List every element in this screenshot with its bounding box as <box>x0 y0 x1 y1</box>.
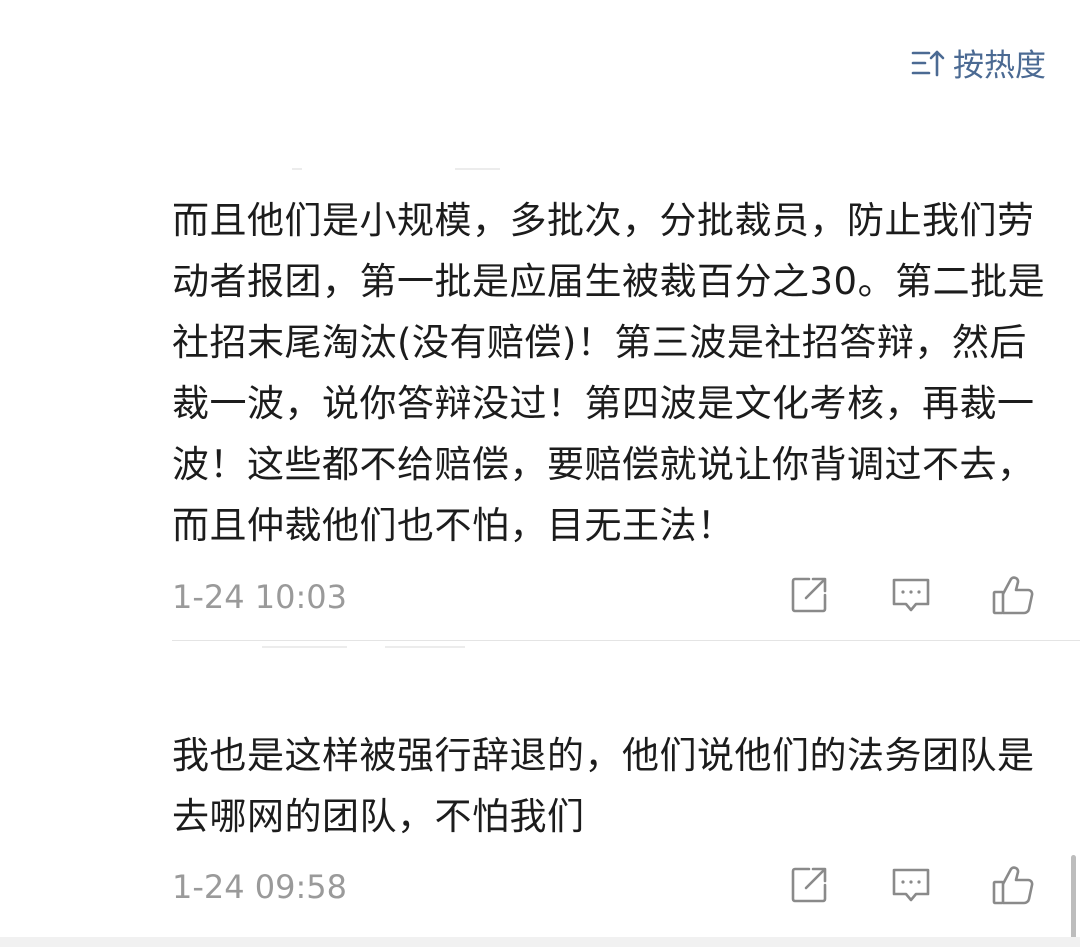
sort-label: 按热度 <box>953 48 1046 84</box>
comment-divider <box>172 640 1080 641</box>
comment-actions <box>784 862 1038 912</box>
sort-by-hot-button[interactable]: 按热度 <box>911 40 1046 85</box>
comment-item: 我也是这样被强行辞退的，他们说他们的法务团队是去哪网的团队，不怕我们 <box>172 725 1080 847</box>
comment-text[interactable]: 我也是这样被强行辞退的，他们说他们的法务团队是去哪网的团队，不怕我们 <box>172 725 1052 847</box>
share-icon <box>789 575 829 619</box>
bottom-bar <box>0 937 1080 947</box>
sort-icon <box>911 48 945 78</box>
share-button[interactable] <box>784 862 834 912</box>
comment-timestamp: 1-24 10:03 <box>172 578 348 616</box>
reply-icon <box>890 865 932 909</box>
cropped-text-fragment <box>262 646 347 648</box>
cropped-text-fragment <box>385 646 465 648</box>
like-icon <box>991 574 1035 620</box>
reply-button[interactable] <box>886 862 936 912</box>
comment-actions <box>784 572 1038 622</box>
cropped-text-fragment <box>455 168 500 170</box>
scrollbar[interactable] <box>1071 855 1076 947</box>
like-button[interactable] <box>988 862 1038 912</box>
reply-icon <box>890 575 932 619</box>
like-icon <box>991 864 1035 910</box>
comment-timestamp: 1-24 09:58 <box>172 868 348 906</box>
share-button[interactable] <box>784 572 834 622</box>
like-button[interactable] <box>988 572 1038 622</box>
cropped-text-fragment <box>292 168 302 170</box>
reply-button[interactable] <box>886 572 936 622</box>
share-icon <box>789 865 829 909</box>
comment-item: 而且他们是小规模，多批次，分批裁员，防止我们劳动者报团，第一批是应届生被裁百分之… <box>172 190 1080 556</box>
comment-text[interactable]: 而且他们是小规模，多批次，分批裁员，防止我们劳动者报团，第一批是应届生被裁百分之… <box>172 190 1052 556</box>
